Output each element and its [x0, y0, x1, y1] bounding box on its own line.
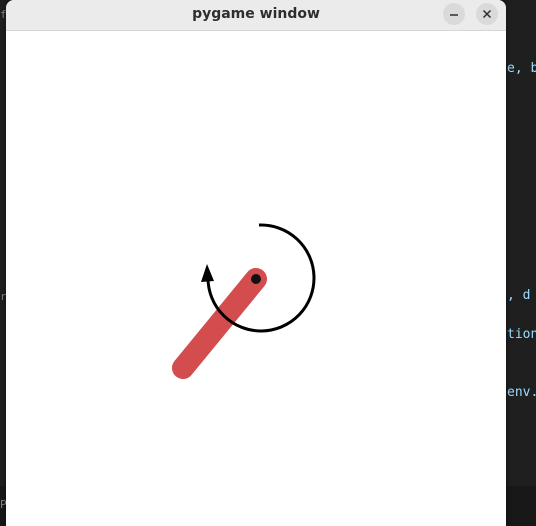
code-snippet: tion — [507, 327, 536, 342]
close-button[interactable] — [476, 3, 498, 25]
window-title: pygame window — [192, 6, 320, 22]
pendulum-scene — [172, 223, 316, 379]
window-titlebar[interactable]: pygame window — [6, 0, 506, 31]
game-canvas[interactable] — [6, 31, 506, 526]
minimize-icon — [450, 14, 458, 16]
close-icon — [482, 9, 492, 19]
pendulum-pivot — [251, 274, 261, 284]
torque-arrowhead — [201, 264, 214, 282]
pygame-window[interactable]: pygame window — [6, 0, 506, 526]
code-snippet: e, b — [507, 61, 536, 76]
code-snippet: , d — [507, 288, 531, 303]
code-snippet: env. — [507, 385, 536, 400]
pendulum-rod — [172, 268, 267, 379]
minimize-button[interactable] — [443, 3, 465, 25]
